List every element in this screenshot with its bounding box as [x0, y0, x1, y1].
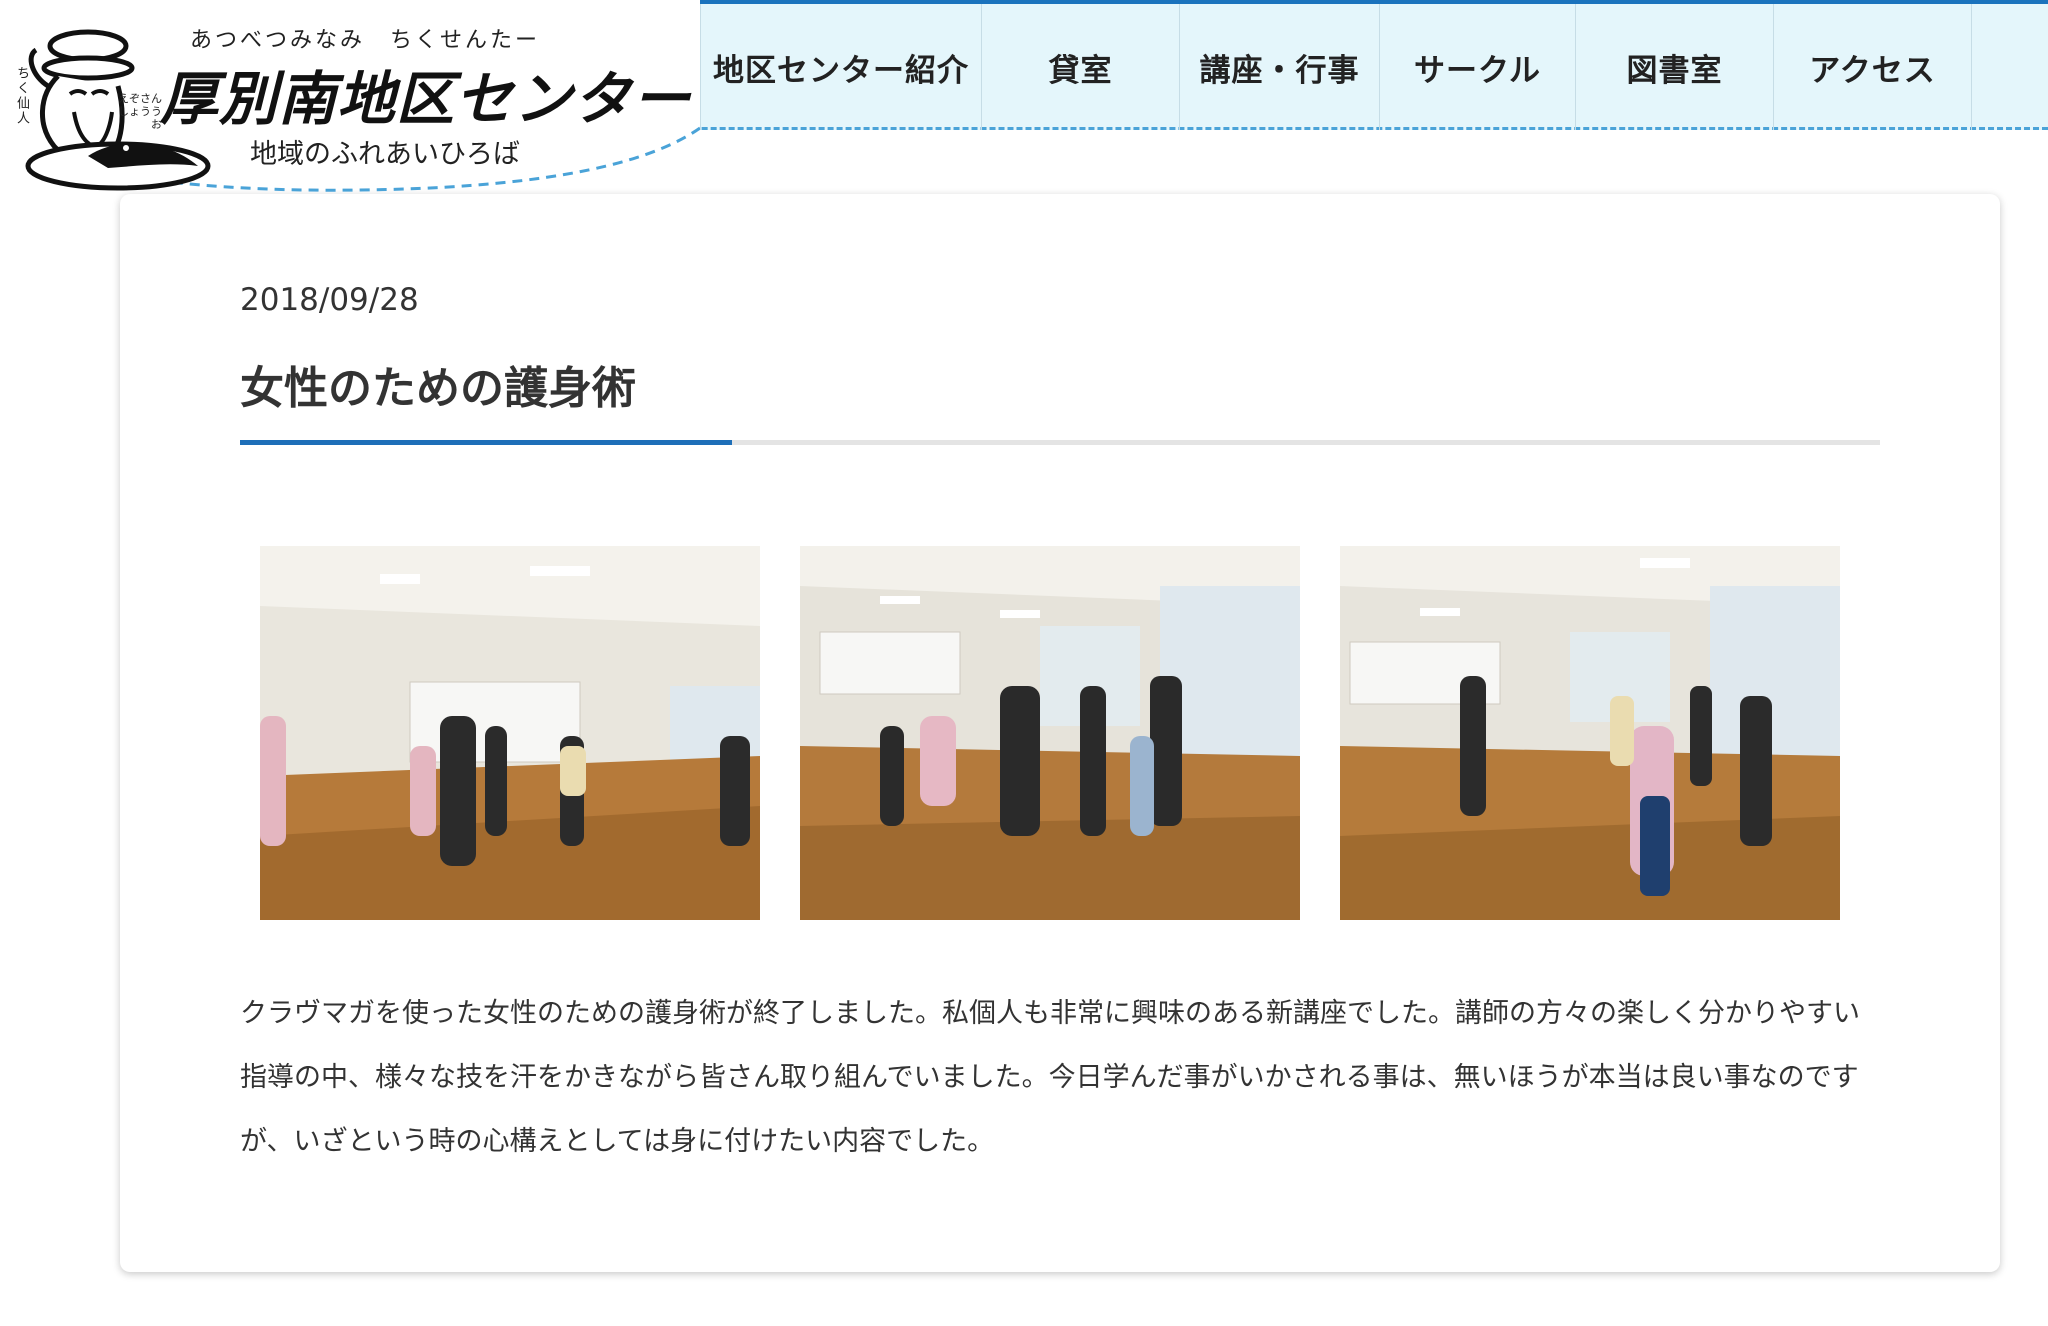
- post-photo-2[interactable]: [800, 546, 1300, 920]
- main-nav: 地区センター紹介 貸室 講座・行事 サークル 図書室 アクセス: [700, 4, 1972, 130]
- post-card: 2018/09/28 女性のための護身術 クラヴマガを使った女性のための護身術が…: [120, 194, 2000, 1272]
- post-date: 2018/09/28: [240, 282, 419, 318]
- post-title: 女性のための護身術: [240, 363, 636, 414]
- post-photo-3[interactable]: [1340, 546, 1840, 920]
- logo-ruby-text: あつべつみなみ ちくせんたー: [190, 28, 541, 53]
- post-photo-1[interactable]: [260, 546, 760, 920]
- nav-item-library[interactable]: 図書室: [1576, 4, 1774, 130]
- nav-item-access[interactable]: アクセス: [1774, 4, 1972, 130]
- nav-item-events[interactable]: 講座・行事: [1180, 4, 1380, 130]
- nav-item-rooms[interactable]: 貸室: [982, 4, 1180, 130]
- post-body-text: クラヴマガを使った女性のための護身術が終了しました。私個人も非常に興味のある新講…: [240, 998, 1860, 1157]
- logo-mascot-label: えぞさんしょううお: [118, 92, 162, 131]
- site-subtitle: 地域のふれあいひろば: [250, 139, 520, 170]
- title-underline: [240, 440, 1880, 445]
- title-underline-accent: [240, 440, 732, 445]
- site-logo[interactable]: ちく仙人 えぞさんしょううお あつべつみなみ ちくせんたー 厚別南地区センター …: [0, 0, 700, 196]
- site-title: 厚別南地区センター: [160, 65, 692, 133]
- nav-item-about[interactable]: 地区センター紹介: [700, 4, 982, 130]
- nav-item-circles[interactable]: サークル: [1380, 4, 1576, 130]
- logo-side-label: ちく仙人: [14, 66, 29, 126]
